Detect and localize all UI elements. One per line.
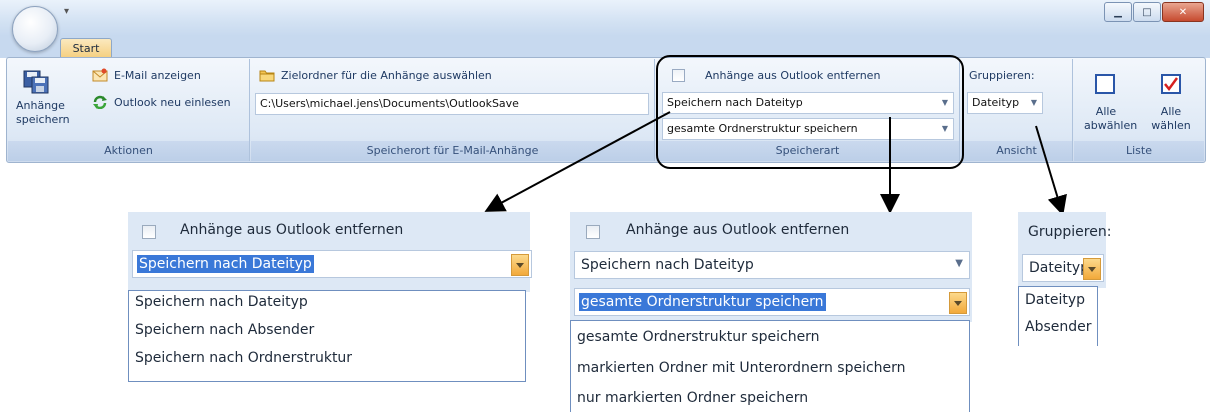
chevron-down-icon[interactable]: ▼ (955, 258, 963, 269)
dropdown-option[interactable]: Dateityp (1025, 292, 1085, 308)
zoom-right-dropdown: Dateityp Absender (1018, 286, 1098, 346)
zoom-middle-checkbox-label: Anhänge aus Outlook entfernen (626, 222, 850, 238)
zoom-middle-dropdown: gesamte Ordnerstruktur speichern markier… (570, 320, 970, 412)
zoom-middle-save-value: Speichern nach Dateityp (581, 257, 754, 273)
zoom-right-combo[interactable]: Dateityp (1022, 254, 1104, 282)
zoom-middle-save-combo[interactable]: Speichern nach Dateityp ▼ (574, 251, 970, 279)
dropdown-option[interactable]: Speichern nach Ordnerstruktur (135, 350, 352, 366)
arrow-left (484, 111, 671, 212)
dropdown-option[interactable]: Absender (1025, 319, 1092, 335)
zoom-right-label: Gruppieren: (1028, 224, 1112, 240)
dropdown-option[interactable]: nur markierten Ordner speichern (577, 390, 808, 406)
dropdown-option[interactable]: markierten Ordner mit Unterordnern speic… (577, 360, 906, 376)
checkbox-icon[interactable] (586, 225, 600, 239)
chevron-down-icon[interactable] (1083, 258, 1101, 280)
dropdown-option[interactable]: gesamte Ordnerstruktur speichern (577, 329, 820, 345)
zoom-left-combo[interactable]: Speichern nach Dateityp (132, 250, 532, 278)
zoom-middle-structure-combo[interactable]: gesamte Ordnerstruktur speichern (574, 288, 970, 316)
arrow-right (1035, 125, 1067, 216)
zoom-left-panel: Anhänge aus Outlook entfernen Speichern … (128, 212, 532, 292)
zoom-right-panel: Gruppieren: Dateityp (1018, 212, 1111, 288)
zoom-left-checkbox-label: Anhänge aus Outlook entfernen (180, 222, 404, 238)
office-button[interactable] (12, 6, 58, 52)
zoom-left-selected: Speichern nach Dateityp (137, 255, 314, 273)
dropdown-option[interactable]: Speichern nach Absender (135, 322, 314, 338)
zoom-middle-panel: Anhänge aus Outlook entfernen Speichern … (570, 212, 972, 322)
zoom-left-dropdown: Speichern nach Dateityp Speichern nach A… (128, 290, 526, 382)
chevron-down-icon[interactable] (949, 292, 967, 314)
chevron-down-icon[interactable] (511, 254, 529, 276)
zoom-middle-selected: gesamte Ordnerstruktur speichern (579, 293, 826, 311)
dropdown-option[interactable]: Speichern nach Dateityp (135, 294, 308, 310)
checkbox-icon[interactable] (142, 225, 156, 239)
zoom-right-selected: Dateityp (1029, 260, 1090, 276)
